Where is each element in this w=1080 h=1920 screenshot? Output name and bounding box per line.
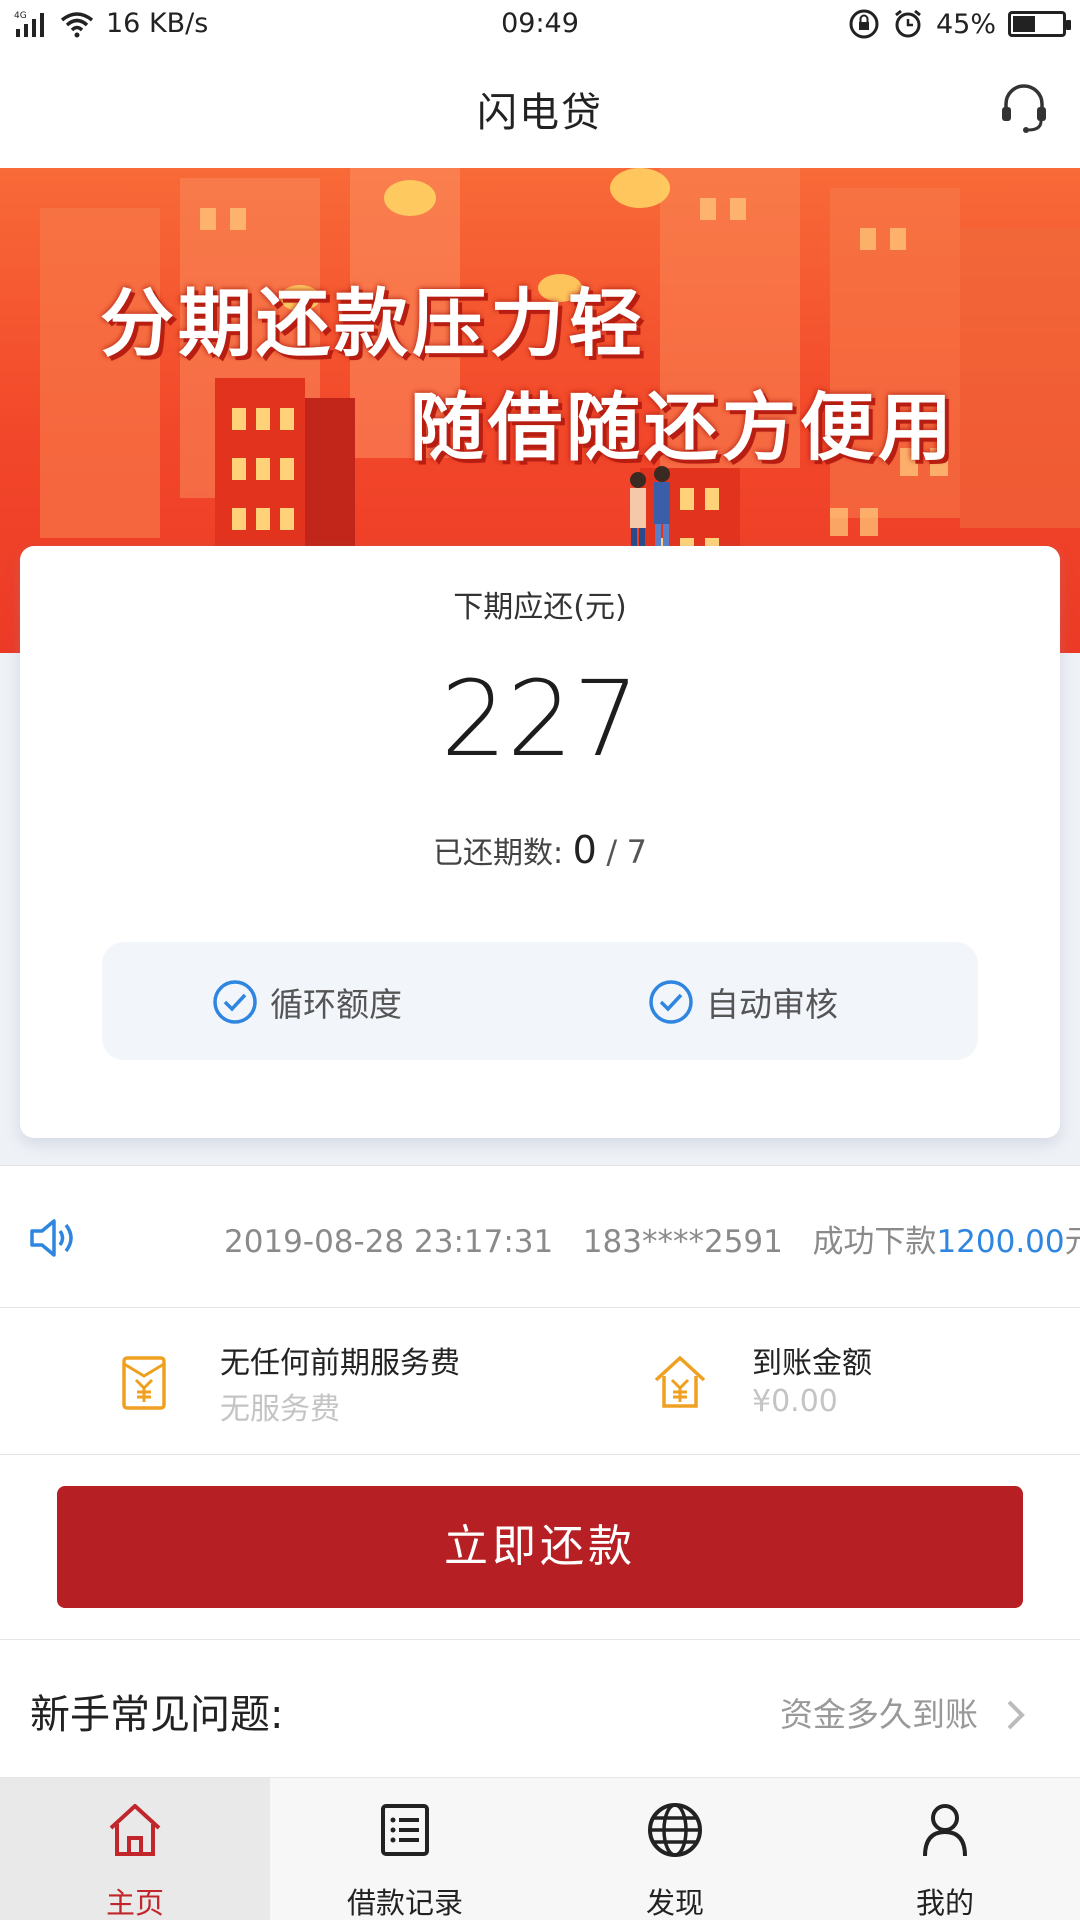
status-right: 45% <box>848 8 1071 40</box>
fee-subtitle: 无服务费 <box>220 1392 340 1427</box>
tab-home[interactable]: 主页 <box>0 1778 270 1920</box>
faq-link[interactable]: 资金多久到账 <box>780 1688 978 1736</box>
info-row: 无任何前期服务费 无服务费 到账金额 ¥0.00 <box>0 1308 1080 1455</box>
nav-bar: 闪电贷 <box>0 52 1080 168</box>
arrival-house-icon <box>654 1356 706 1408</box>
feature-label: 循环额度 <box>270 985 402 1024</box>
rotation-lock-icon <box>849 9 879 39</box>
tab-mine[interactable]: 我的 <box>810 1778 1080 1920</box>
repay-now-button[interactable]: 立即还款 <box>57 1486 1023 1608</box>
tab-bar: 主页 借款记录 发现 我的 <box>0 1777 1080 1920</box>
tab-label: 发现 <box>645 1886 704 1920</box>
tab-label: 主页 <box>105 1886 164 1920</box>
ticker-suffix: 元 <box>1065 1224 1080 1260</box>
feature-revolving-credit: 循环额度 <box>212 978 402 1026</box>
user-icon <box>923 1804 967 1857</box>
banner-headline-2: 随借随还方便用 <box>410 385 956 471</box>
next-due-amount: 227 <box>440 658 640 780</box>
tab-label: 借款记录 <box>346 1886 463 1920</box>
tab-label: 我的 <box>915 1886 974 1920</box>
globe-icon <box>648 1803 702 1857</box>
arrival-amount: ¥0.00 <box>752 1384 838 1419</box>
check-circle-icon <box>213 980 257 1024</box>
feature-box: 循环额度 自动审核 <box>102 942 978 1060</box>
feature-label: 自动审核 <box>706 985 838 1024</box>
battery-icon <box>1008 11 1071 37</box>
tab-loan-records[interactable]: 借款记录 <box>270 1778 540 1920</box>
ticker-message: 2019-08-28 23:17:31 183****2591 成功下款1200… <box>224 1216 1080 1261</box>
chevron-right-icon[interactable] <box>1004 1698 1028 1732</box>
ticker-datetime: 2019-08-28 23:17:31 <box>224 1224 554 1260</box>
periods-separator: / <box>606 833 618 871</box>
home-icon <box>109 1804 161 1856</box>
faq-row[interactable]: 新手常见问题: 资金多久到账 <box>0 1640 1080 1777</box>
periods-total: 7 <box>626 833 648 871</box>
page-title: 闪电贷 <box>477 90 603 136</box>
list-icon <box>381 1804 429 1856</box>
speaker-icon <box>30 1219 73 1257</box>
arrival-title: 到账金额 <box>752 1346 872 1381</box>
next-due-label: 下期应还(元) <box>453 590 627 625</box>
check-circle-icon <box>649 980 693 1024</box>
fee-title: 无任何前期服务费 <box>220 1346 460 1381</box>
banner-headline-1: 分期还款压力轻 <box>100 281 646 367</box>
fee-envelope-icon <box>122 1356 166 1410</box>
status-bar: 4G 16 KB/s 09:49 45% <box>0 0 1080 52</box>
repayment-card: 下期应还(元) 227 已还期数: 0 / 7 循环额度 自动审核 <box>20 546 1060 1138</box>
periods-paid-count: 0 <box>572 828 597 872</box>
ticker-prefix: 成功下款 <box>812 1224 937 1260</box>
periods-paid: 已还期数: 0 / 7 <box>20 828 1060 872</box>
ticker-phone: 183****2591 <box>582 1224 783 1260</box>
feature-auto-review: 自动审核 <box>648 978 838 1026</box>
periods-label: 已还期数: <box>432 836 564 871</box>
loan-ticker: 2019-08-28 23:17:31 183****2591 成功下款1200… <box>0 1165 1080 1308</box>
alarm-icon <box>895 9 921 38</box>
ticker-amount: 1200.00 <box>936 1224 1065 1260</box>
customer-service-icon[interactable] <box>996 80 1052 136</box>
faq-title: 新手常见问题: <box>30 1692 284 1738</box>
battery-percent: 45% <box>935 8 996 40</box>
tab-discover[interactable]: 发现 <box>540 1778 810 1920</box>
